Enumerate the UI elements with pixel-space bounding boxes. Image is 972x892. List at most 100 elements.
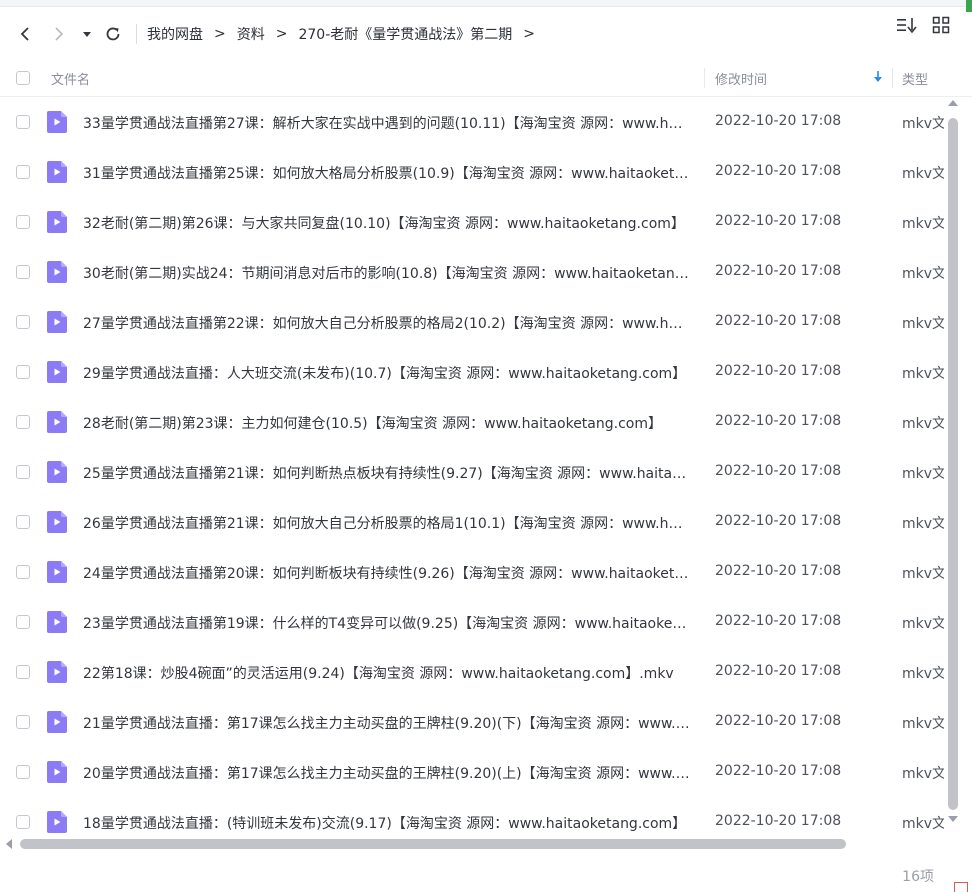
video-file-icon: [47, 261, 67, 283]
breadcrumb-item-materials[interactable]: 资料: [237, 24, 265, 44]
file-type: mkv文件: [902, 116, 944, 132]
row-checkbox[interactable]: [16, 115, 30, 129]
grid-view-icon: [932, 16, 950, 34]
file-type: mkv文件: [902, 516, 944, 532]
file-name[interactable]: 22第18课：炒股4碗面”的灵活运用(9.24)【海淘宝资 源网：www.hai…: [83, 663, 691, 683]
file-row[interactable]: 30老耐(第二期)实战24：节期间消息对后市的影响(10.8)【海淘宝资 源网：…: [0, 247, 944, 297]
refresh-button[interactable]: [98, 17, 128, 51]
file-list: 33量学贯通战法直播第27课：解析大家在实战中遇到的问题(10.11)【海淘宝资…: [0, 97, 944, 837]
row-checkbox[interactable]: [16, 265, 30, 279]
sort-menu-button[interactable]: [896, 16, 918, 38]
row-checkbox[interactable]: [16, 565, 30, 579]
file-row[interactable]: 28老耐(第二期)第23课：主力如何建仓(10.5)【海淘宝资 源网：www.h…: [0, 397, 944, 447]
file-row[interactable]: 25量学贯通战法直播第21课：如何判断热点板块有持续性(9.27)【海淘宝资 源…: [0, 447, 944, 497]
file-row[interactable]: 26量学贯通战法直播第21课：如何放大自己分析股票的格局1(10.1)【海淘宝资…: [0, 497, 944, 547]
scroll-up-arrow-icon[interactable]: [948, 100, 958, 106]
file-modified-time: 2022-10-20 17:08: [715, 163, 842, 179]
file-name[interactable]: 25量学贯通战法直播第21课：如何判断热点板块有持续性(9.27)【海淘宝资 源…: [83, 463, 691, 483]
row-checkbox[interactable]: [16, 715, 30, 729]
file-name[interactable]: 32老耐(第二期)第26课：与大家共同复盘(10.10)【海淘宝资 源网：www…: [83, 213, 691, 233]
file-type: mkv文件: [902, 366, 944, 382]
view-controls: [896, 16, 950, 38]
file-list-header: 文件名 修改时间 类型: [0, 60, 972, 97]
file-modified-time: 2022-10-20 17:08: [715, 413, 842, 429]
file-name[interactable]: 20量学贯通战法直播：第17课怎么找主力主动买盘的王牌柱(9.20)(上)【海淘…: [83, 763, 691, 783]
file-name[interactable]: 30老耐(第二期)实战24：节期间消息对后市的影响(10.8)【海淘宝资 源网：…: [83, 263, 691, 283]
column-resize-handle[interactable]: [704, 68, 705, 88]
scroll-down-arrow-icon[interactable]: [948, 816, 958, 822]
forward-button[interactable]: [42, 17, 76, 51]
video-file-icon: [47, 361, 67, 383]
file-row[interactable]: 20量学贯通战法直播：第17课怎么找主力主动买盘的王牌柱(9.20)(上)【海淘…: [0, 747, 944, 797]
file-name[interactable]: 33量学贯通战法直播第27课：解析大家在实战中遇到的问题(10.11)【海淘宝资…: [83, 113, 691, 133]
video-file-icon: [47, 811, 67, 833]
breadcrumb-item-root[interactable]: 我的网盘: [147, 24, 203, 44]
file-row[interactable]: 31量学贯通战法直播第25课：如何放大格局分析股票(10.9)【海淘宝资 源网：…: [0, 147, 944, 197]
navigation-toolbar: 我的网盘 > 资料 > 270-老耐《量学贯通战法》第二期 >: [0, 8, 972, 60]
row-checkbox[interactable]: [16, 665, 30, 679]
horizontal-scrollbar[interactable]: [4, 838, 944, 850]
file-row[interactable]: 32老耐(第二期)第26课：与大家共同复盘(10.10)【海淘宝资 源网：www…: [0, 197, 944, 247]
row-checkbox[interactable]: [16, 165, 30, 179]
file-row[interactable]: 27量学贯通战法直播第22课：如何放大自己分析股票的格局2(10.2)【海淘宝资…: [0, 297, 944, 347]
row-checkbox[interactable]: [16, 465, 30, 479]
file-row[interactable]: 24量学贯通战法直播第20课：如何判断板块有持续性(9.26)【海淘宝资 源网：…: [0, 547, 944, 597]
row-checkbox[interactable]: [16, 215, 30, 229]
video-file-icon: [47, 311, 67, 333]
file-type: mkv文件: [902, 416, 944, 432]
file-type: mkv文件: [902, 466, 944, 482]
file-name[interactable]: 29量学贯通战法直播：人大班交流(未发布)(10.7)【海淘宝资 源网：www.…: [83, 363, 691, 383]
file-type: mkv文件: [902, 616, 944, 632]
column-header-name[interactable]: 文件名: [51, 69, 90, 88]
file-row[interactable]: 21量学贯通战法直播：第17课怎么找主力主动买盘的王牌柱(9.20)(下)【海淘…: [0, 697, 944, 747]
back-button[interactable]: [8, 17, 42, 51]
row-checkbox[interactable]: [16, 815, 30, 829]
file-name[interactable]: 27量学贯通战法直播第22课：如何放大自己分析股票的格局2(10.2)【海淘宝资…: [83, 313, 691, 333]
file-name[interactable]: 26量学贯通战法直播第21课：如何放大自己分析股票的格局1(10.1)【海淘宝资…: [83, 513, 691, 533]
breadcrumb-item-current-folder[interactable]: 270-老耐《量学贯通战法》第二期: [298, 24, 512, 44]
column-header-type[interactable]: 类型: [902, 69, 928, 88]
status-bar: 16项: [0, 852, 972, 892]
file-modified-time: 2022-10-20 17:08: [715, 563, 842, 579]
file-modified-time: 2022-10-20 17:08: [715, 363, 842, 379]
video-file-icon: [47, 561, 67, 583]
vertical-scroll-thumb[interactable]: [948, 118, 958, 810]
vertical-scrollbar[interactable]: [946, 100, 960, 828]
file-name[interactable]: 24量学贯通战法直播第20课：如何判断板块有持续性(9.26)【海淘宝资 源网：…: [83, 563, 691, 583]
file-row[interactable]: 18量学贯通战法直播：(特训班未发布)交流(9.17)【海淘宝资 源网：www.…: [0, 797, 944, 837]
file-name[interactable]: 18量学贯通战法直播：(特训班未发布)交流(9.17)【海淘宝资 源网：www.…: [83, 813, 691, 833]
grid-view-button[interactable]: [932, 16, 950, 38]
row-checkbox[interactable]: [16, 365, 30, 379]
row-checkbox[interactable]: [16, 615, 30, 629]
dropdown-caret-icon: [83, 32, 91, 37]
file-name[interactable]: 31量学贯通战法直播第25课：如何放大格局分析股票(10.9)【海淘宝资 源网：…: [83, 163, 691, 183]
file-row[interactable]: 23量学贯通战法直播第19课：什么样的T4变异可以做(9.25)【海淘宝资 源网…: [0, 597, 944, 647]
file-row[interactable]: 22第18课：炒股4碗面”的灵活运用(9.24)【海淘宝资 源网：www.hai…: [0, 647, 944, 697]
sort-list-icon: [897, 18, 917, 34]
file-row[interactable]: 29量学贯通战法直播：人大班交流(未发布)(10.7)【海淘宝资 源网：www.…: [0, 347, 944, 397]
sort-descending-icon[interactable]: [873, 70, 883, 84]
history-dropdown-button[interactable]: [76, 17, 98, 51]
file-modified-time: 2022-10-20 17:08: [715, 813, 842, 829]
file-type: mkv文件: [902, 766, 944, 782]
file-name[interactable]: 23量学贯通战法直播第19课：什么样的T4变异可以做(9.25)【海淘宝资 源网…: [83, 613, 691, 633]
chevron-left-icon: [20, 27, 29, 41]
file-row[interactable]: 33量学贯通战法直播第27课：解析大家在实战中遇到的问题(10.11)【海淘宝资…: [0, 97, 944, 147]
video-file-icon: [47, 211, 67, 233]
horizontal-scroll-thumb[interactable]: [20, 839, 846, 849]
file-name[interactable]: 28老耐(第二期)第23课：主力如何建仓(10.5)【海淘宝资 源网：www.h…: [83, 413, 691, 433]
column-resize-handle[interactable]: [892, 68, 893, 88]
video-file-icon: [47, 661, 67, 683]
chevron-right-icon: [55, 27, 64, 41]
file-name[interactable]: 21量学贯通战法直播：第17课怎么找主力主动买盘的王牌柱(9.20)(下)【海淘…: [83, 713, 691, 733]
file-modified-time: 2022-10-20 17:08: [715, 213, 842, 229]
row-checkbox[interactable]: [16, 515, 30, 529]
file-modified-time: 2022-10-20 17:08: [715, 713, 842, 729]
column-header-modified[interactable]: 修改时间: [715, 69, 767, 88]
file-type: mkv文件: [902, 716, 944, 732]
row-checkbox[interactable]: [16, 415, 30, 429]
select-all-checkbox[interactable]: [16, 71, 30, 85]
row-checkbox[interactable]: [16, 315, 30, 329]
row-checkbox[interactable]: [16, 765, 30, 779]
scroll-left-arrow-icon[interactable]: [6, 839, 12, 849]
